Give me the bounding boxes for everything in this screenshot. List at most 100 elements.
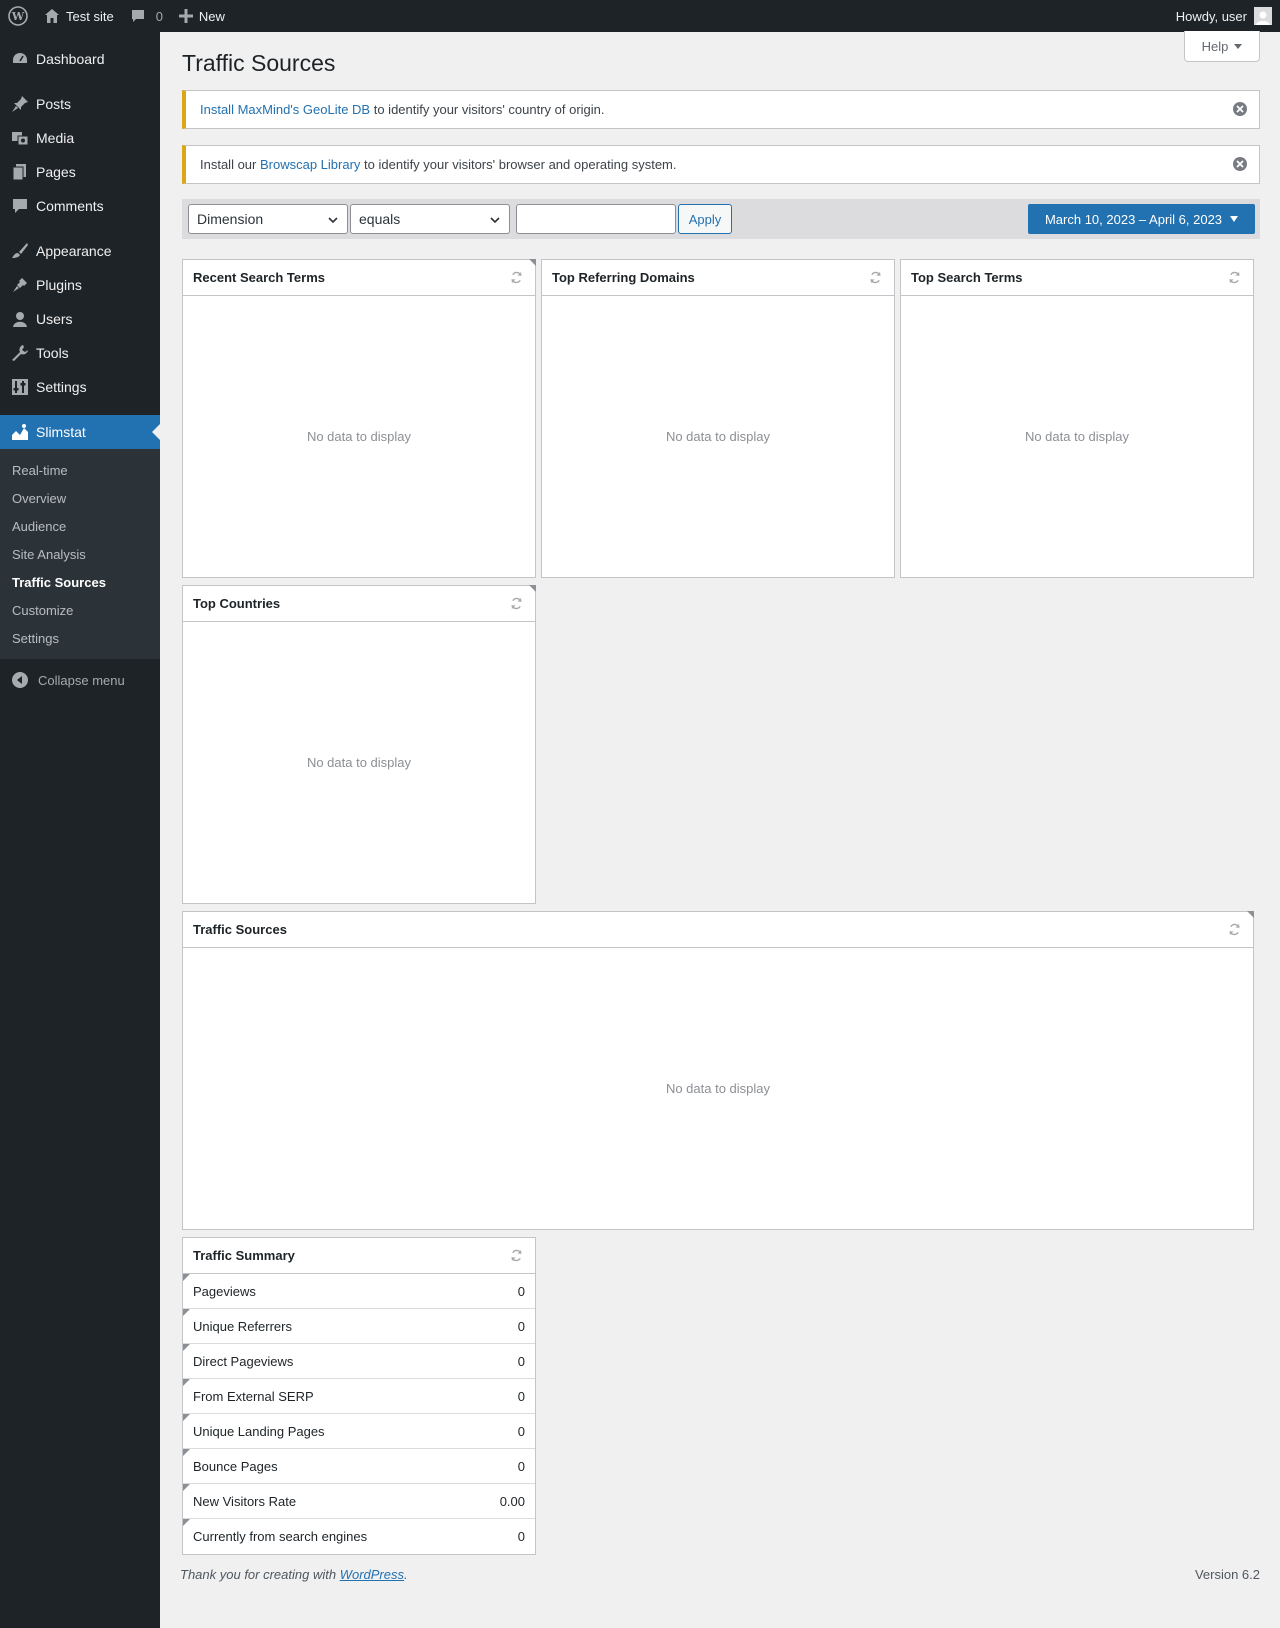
submenu-audience[interactable]: Audience: [0, 512, 160, 540]
sidebar-item-plugins[interactable]: Plugins: [0, 268, 160, 302]
empty-message: No data to display: [665, 429, 771, 444]
recent-search-terms-box: Recent Search Terms No data to display: [182, 259, 536, 578]
comment-bubble-icon: [130, 8, 146, 24]
my-account-link[interactable]: Howdy, user: [1168, 0, 1280, 32]
dimension-value: Dimension: [197, 211, 264, 227]
empty-message: No data to display: [665, 1081, 771, 1096]
avatar: [1254, 7, 1272, 25]
summary-label: Pageviews: [193, 1283, 256, 1299]
summary-row: Unique Landing Pages 0: [183, 1414, 535, 1449]
refresh-icon[interactable]: [510, 1249, 523, 1262]
box-title: Traffic Sources: [193, 922, 287, 937]
date-range-label: March 10, 2023 – April 6, 2023: [1044, 211, 1223, 227]
summary-label: Direct Pageviews: [193, 1353, 294, 1369]
box-header: Top Search Terms: [901, 260, 1253, 296]
sidebar-item-label: Dashboard: [36, 51, 105, 67]
sidebar-item-users[interactable]: Users: [0, 302, 160, 336]
sidebar-item-dashboard[interactable]: Dashboard: [0, 42, 160, 76]
summary-row: Unique Referrers 0: [183, 1309, 535, 1344]
summary-value: 0: [517, 1529, 525, 1544]
wordpress-logo-icon[interactable]: W: [0, 0, 36, 32]
sidebar-item-media[interactable]: Media: [0, 121, 160, 155]
dismiss-notice-icon[interactable]: [1233, 157, 1247, 171]
summary-row: New Visitors Rate 0.00: [183, 1484, 535, 1519]
sidebar-item-label: Appearance: [36, 243, 112, 259]
comments-count: 0: [155, 8, 163, 24]
sidebar-item-posts[interactable]: Posts: [0, 87, 160, 121]
page-title: Traffic Sources: [182, 50, 336, 76]
notice-text: to identify your visitors' browser and o…: [360, 157, 677, 172]
plus-icon: [178, 9, 193, 23]
sidebar-item-label: Slimstat: [36, 424, 86, 440]
summary-value: 0.00: [499, 1493, 525, 1509]
new-content-link[interactable]: New: [171, 0, 233, 32]
geolite-install-link[interactable]: Install MaxMind's GeoLite DB: [200, 102, 370, 117]
filter-bar: Dimension equals Apply March 10, 2023 – …: [182, 199, 1260, 239]
refresh-icon[interactable]: [510, 271, 523, 284]
sidebar-item-label: Media: [36, 130, 75, 146]
summary-value: 0: [517, 1283, 525, 1299]
box-title: Top Countries: [193, 596, 281, 611]
sidebar-item-tools[interactable]: Tools: [0, 336, 160, 370]
plug-icon: [10, 275, 30, 295]
footer-thanks-suffix: .: [404, 1567, 408, 1582]
traffic-sources-box: Traffic Sources No data to display: [182, 911, 1254, 1230]
dismiss-notice-icon[interactable]: [1233, 102, 1247, 116]
submenu-customize[interactable]: Customize: [0, 596, 160, 624]
apply-button[interactable]: Apply: [678, 204, 732, 234]
sidebar-item-slimstat[interactable]: Slimstat: [0, 415, 160, 449]
sidebar-item-pages[interactable]: Pages: [0, 155, 160, 189]
refresh-icon[interactable]: [510, 597, 523, 610]
help-label: Help: [1201, 38, 1229, 54]
sidebar-item-comments[interactable]: Comments: [0, 189, 160, 223]
traffic-summary-box: Traffic Summary Pageviews 0 Unique Refer…: [182, 1237, 536, 1555]
box-header: Traffic Sources: [183, 912, 1253, 948]
empty-message: No data to display: [306, 755, 412, 770]
howdy-text: Howdy, user: [1175, 8, 1247, 24]
geolite-notice: Install MaxMind's GeoLite DB to identify…: [182, 90, 1260, 129]
sidebar-item-label: Plugins: [36, 277, 82, 293]
dimension-select[interactable]: Dimension: [188, 204, 348, 234]
box-header: Traffic Summary: [183, 1238, 535, 1274]
collapse-menu-button[interactable]: Collapse menu: [0, 663, 160, 697]
refresh-icon[interactable]: [869, 271, 882, 284]
help-button[interactable]: Help: [1184, 31, 1260, 62]
site-name-link[interactable]: Test site: [36, 0, 122, 32]
filter-value-input[interactable]: [516, 204, 676, 234]
user-icon: [10, 309, 30, 329]
submenu-overview[interactable]: Overview: [0, 484, 160, 512]
browscap-library-link[interactable]: Browscap Library: [260, 157, 360, 172]
refresh-icon[interactable]: [1228, 271, 1241, 284]
summary-row: Bounce Pages 0: [183, 1449, 535, 1484]
date-range-button[interactable]: March 10, 2023 – April 6, 2023: [1028, 204, 1255, 234]
browscap-notice: Install our Browscap Library to identify…: [182, 145, 1260, 184]
submenu-settings[interactable]: Settings: [0, 624, 160, 652]
submenu-site-analysis[interactable]: Site Analysis: [0, 540, 160, 568]
brush-icon: [10, 241, 30, 261]
box-header: Recent Search Terms: [183, 260, 535, 296]
footer-thanks-prefix: Thank you for creating with: [180, 1567, 340, 1582]
sidebar-item-label: Posts: [36, 96, 72, 112]
summary-value: 0: [517, 1388, 525, 1404]
home-icon: [44, 8, 60, 24]
notice-text-prefix: Install our: [200, 157, 260, 172]
summary-row: Currently from search engines 0: [183, 1519, 535, 1554]
sidebar-item-appearance[interactable]: Appearance: [0, 234, 160, 268]
top-referring-domains-box: Top Referring Domains No data to display: [541, 259, 895, 578]
summary-row: Pageviews 0: [183, 1274, 535, 1309]
box-title: Recent Search Terms: [193, 270, 325, 285]
comments-link[interactable]: 0: [122, 0, 171, 32]
box-header: Top Countries: [183, 586, 535, 622]
summary-row: From External SERP 0: [183, 1379, 535, 1414]
submenu-traffic-sources[interactable]: Traffic Sources: [0, 568, 160, 596]
media-icon: [10, 128, 30, 148]
sidebar-item-settings[interactable]: Settings: [0, 370, 160, 404]
dashboard-icon: [10, 49, 30, 69]
summary-label: Currently from search engines: [193, 1529, 368, 1544]
sidebar-item-label: Tools: [36, 345, 69, 361]
operator-select[interactable]: equals: [350, 204, 510, 234]
submenu-real-time[interactable]: Real-time: [0, 456, 160, 484]
wordpress-link[interactable]: WordPress: [340, 1567, 404, 1582]
refresh-icon[interactable]: [1228, 923, 1241, 936]
pin-icon: [10, 94, 30, 114]
